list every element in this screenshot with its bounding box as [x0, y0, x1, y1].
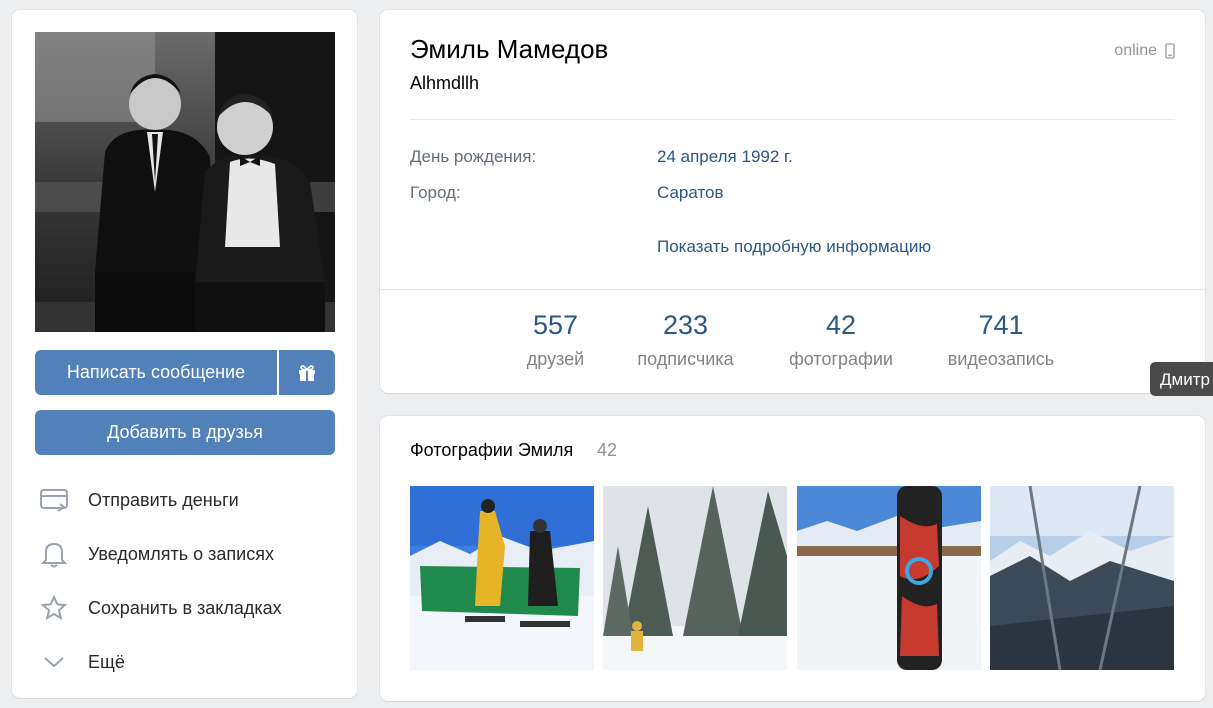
- photos-count: 42: [597, 440, 618, 460]
- chevron-down-icon: [38, 646, 70, 678]
- mobile-icon: [1165, 43, 1175, 59]
- photo-thumbnail[interactable]: [603, 486, 787, 670]
- counter-followers[interactable]: 233 подписчика: [623, 310, 748, 370]
- birthday-label: День рождения:: [410, 147, 537, 166]
- notify-posts-label: Уведомлять о записях: [88, 543, 274, 564]
- profile-avatar[interactable]: [35, 32, 335, 332]
- counter-number: 741: [978, 310, 1024, 340]
- send-money-label: Отправить деньги: [88, 489, 239, 510]
- show-more-info-link[interactable]: Показать подробную информацию: [657, 237, 931, 257]
- counter-videos[interactable]: 741 видеозапись: [935, 310, 1067, 370]
- gift-button[interactable]: [279, 350, 335, 395]
- more-label: Ещё: [88, 651, 125, 672]
- photos-title[interactable]: Фотографии Эмиля: [410, 440, 573, 461]
- add-friend-label: Добавить в друзья: [107, 422, 263, 442]
- counter-label: фотографии: [789, 349, 893, 369]
- star-icon: [38, 592, 70, 624]
- city-value[interactable]: Саратов: [657, 183, 724, 203]
- online-indicator: online: [1114, 42, 1175, 60]
- send-message-button[interactable]: Написать сообщение: [35, 350, 277, 395]
- header-divider: [410, 119, 1175, 120]
- bell-icon: [38, 538, 70, 570]
- counter-photos[interactable]: 42 фотографии: [775, 310, 907, 370]
- counter-label: подписчика: [637, 349, 734, 369]
- counters-divider: [380, 289, 1205, 290]
- counter-number: 557: [532, 310, 579, 340]
- online-label: online: [1114, 42, 1157, 59]
- user-tooltip: Дмитр: [1150, 362, 1213, 396]
- photo-thumbnail[interactable]: [990, 486, 1174, 670]
- profile-info-card: Эмиль Мамедов Alhmdllh online День рожде…: [380, 10, 1205, 393]
- photo-thumbnail[interactable]: [797, 486, 981, 670]
- photos-card: Фотографии Эмиля 42: [380, 416, 1205, 701]
- send-money-action[interactable]: Отправить деньги: [38, 483, 239, 517]
- counter-number: 42: [825, 310, 857, 340]
- more-action[interactable]: Ещё: [38, 645, 125, 679]
- counter-label: видеозапись: [947, 349, 1055, 369]
- profile-name: Эмиль Мамедов: [410, 34, 609, 64]
- counter-label: друзей: [526, 349, 585, 369]
- counter-friends[interactable]: 557 друзей: [508, 310, 603, 370]
- send-message-label: Написать сообщение: [66, 362, 246, 382]
- add-friend-button[interactable]: Добавить в друзья: [35, 410, 335, 455]
- city-label: Город:: [410, 183, 461, 202]
- bookmark-action[interactable]: Сохранить в закладках: [38, 591, 282, 625]
- profile-sidebar-card: Написать сообщение Добавить в друзья Отп…: [12, 10, 357, 698]
- photo-thumbnail[interactable]: [410, 486, 594, 670]
- counter-number: 233: [662, 310, 709, 340]
- birthday-value[interactable]: 24 апреля 1992 г.: [657, 147, 793, 167]
- bookmark-label: Сохранить в закладках: [88, 597, 282, 618]
- notify-posts-action[interactable]: Уведомлять о записях: [38, 537, 274, 571]
- gift-icon: [299, 364, 315, 381]
- card-send-icon: [38, 484, 70, 516]
- profile-status[interactable]: Alhmdllh: [410, 73, 479, 94]
